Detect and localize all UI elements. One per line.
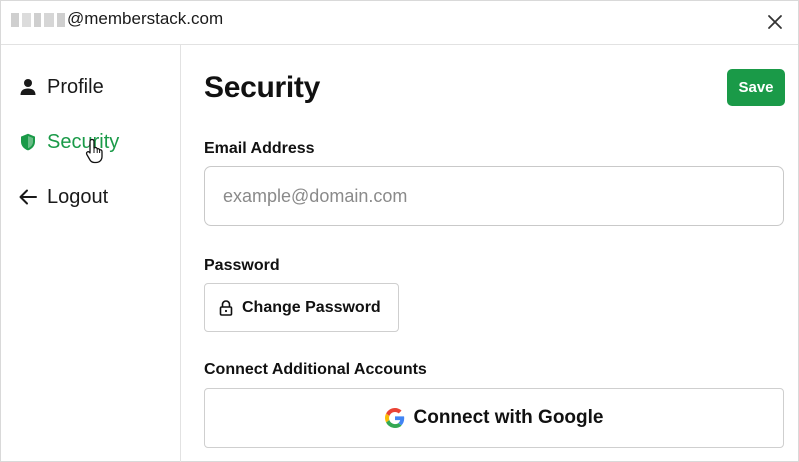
arrow-left-icon bbox=[17, 186, 39, 208]
user-icon bbox=[17, 76, 39, 98]
sidebar: Profile Security Logout bbox=[1, 45, 181, 462]
email-field[interactable] bbox=[204, 166, 784, 226]
connect-google-button[interactable]: Connect with Google bbox=[204, 388, 784, 448]
masked-email-prefix bbox=[11, 13, 67, 27]
page-title: Security bbox=[204, 71, 320, 104]
sidebar-item-label: Profile bbox=[47, 75, 104, 98]
change-password-label: Change Password bbox=[242, 298, 381, 316]
save-button[interactable]: Save bbox=[727, 69, 785, 106]
account-email: @memberstack.com bbox=[67, 9, 224, 28]
sidebar-item-label: Logout bbox=[47, 185, 109, 208]
security-panel: Security Save Email Address Password Cha… bbox=[182, 45, 798, 462]
change-password-button[interactable]: Change Password bbox=[204, 283, 399, 332]
google-icon bbox=[384, 408, 404, 428]
connect-accounts-label: Connect Additional Accounts bbox=[204, 361, 427, 378]
email-label: Email Address bbox=[204, 140, 315, 157]
pointer-hand-cursor-icon bbox=[85, 138, 103, 164]
account-window: @memberstack.com Profile Security Logout… bbox=[0, 0, 799, 462]
close-button[interactable] bbox=[762, 9, 788, 35]
sidebar-item-label: Security bbox=[47, 130, 120, 153]
sidebar-item-logout[interactable]: Logout bbox=[17, 182, 108, 212]
close-icon bbox=[768, 15, 782, 29]
sidebar-item-profile[interactable]: Profile bbox=[17, 72, 104, 102]
shield-icon bbox=[17, 131, 39, 153]
lock-icon bbox=[219, 299, 233, 316]
connect-google-label: Connect with Google bbox=[413, 407, 604, 428]
title-bar: @memberstack.com bbox=[1, 1, 798, 45]
password-label: Password bbox=[204, 257, 280, 274]
